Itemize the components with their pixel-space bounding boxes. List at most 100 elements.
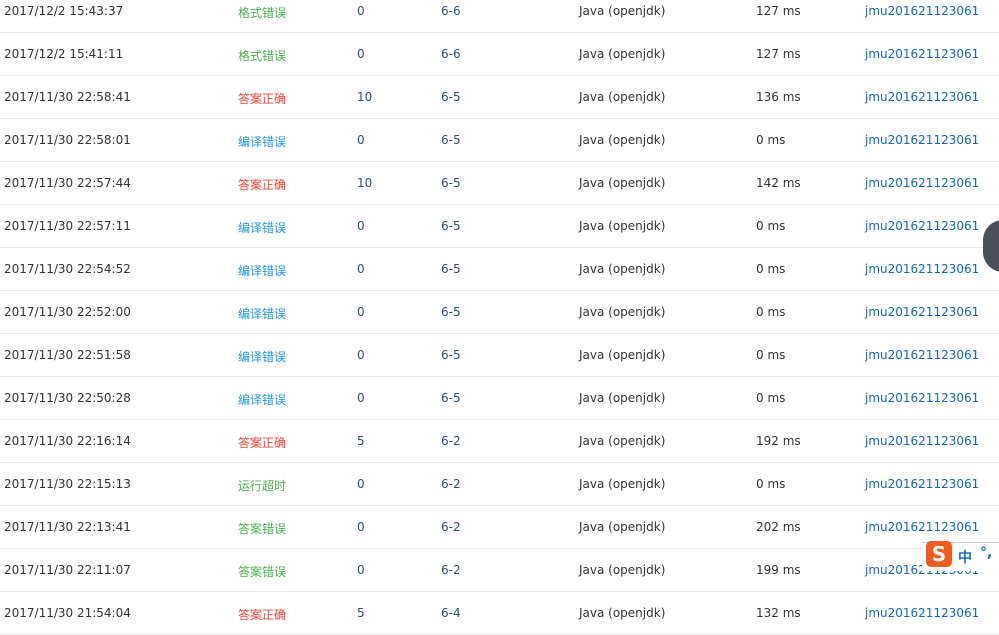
table-row: 2017/11/30 22:57:44 答案正确 10 6-5 Java (openjd… (0, 162, 999, 205)
problem[interactable]: 6-5 (441, 176, 461, 190)
score: 10 (357, 176, 373, 190)
problem[interactable]: 6-6 (441, 4, 461, 18)
submit-time: 2017/11/30 21:54:04 (4, 606, 131, 620)
table-row: 2017/11/30 22:13:41 答案错误 0 6-2 Java (openjdk… (0, 506, 999, 549)
problem[interactable]: 6-2 (441, 434, 461, 448)
compiler: Java (openjdk) (579, 305, 666, 319)
score: 0 (357, 391, 365, 405)
user-link[interactable]: jmu201621123061 (865, 520, 979, 534)
status: 编译错误 (238, 221, 287, 235)
score: 5 (357, 434, 365, 448)
status: 编译错误 (238, 264, 287, 278)
compiler: Java (openjdk) (579, 219, 666, 233)
submit-time: 2017/12/2 15:41:11 (4, 47, 124, 61)
status: 编译错误 (238, 393, 287, 407)
table-row: 2017/11/30 22:16:14 答案正确 5 6-2 Java (openjdk… (0, 420, 999, 463)
compiler: Java (openjdk) (579, 434, 666, 448)
compiler: Java (openjdk) (579, 133, 666, 147)
user-link[interactable]: jmu201621123061 (865, 262, 979, 276)
compiler: Java (openjdk) (579, 477, 666, 491)
submit-time: 2017/11/30 22:11:07 (4, 563, 131, 577)
sogou-logo-icon: S (926, 541, 952, 567)
compiler: Java (openjdk) (579, 90, 666, 104)
ime-toolbar[interactable]: S 中 °, (922, 541, 999, 571)
problem[interactable]: 6-2 (441, 520, 461, 534)
runtime: 0 ms (756, 348, 786, 362)
runtime: 0 ms (756, 305, 786, 319)
score: 0 (357, 47, 365, 61)
submit-time: 2017/11/30 22:16:14 (4, 434, 131, 448)
compiler: Java (openjdk) (579, 348, 666, 362)
user-link[interactable]: jmu201621123061 (865, 305, 979, 319)
score: 0 (357, 520, 365, 534)
score: 0 (357, 563, 365, 577)
user-link[interactable]: jmu201621123061 (865, 348, 979, 362)
submit-time: 2017/11/30 22:52:00 (4, 305, 131, 319)
ime-punctuation-toggle[interactable]: °, (980, 545, 992, 561)
status: 答案正确 (238, 608, 287, 622)
table-row: 2017/11/30 22:50:28 编译错误 0 6-5 Java (openjdk… (0, 377, 999, 420)
status: 编译错误 (238, 307, 287, 321)
submit-time: 2017/11/30 22:15:13 (4, 477, 131, 491)
user-link[interactable]: jmu201621123061 (865, 47, 979, 61)
table-row: 2017/11/30 22:58:01 编译错误 0 6-5 Java (openjdk… (0, 119, 999, 162)
submit-time: 2017/11/30 22:57:11 (4, 219, 131, 233)
score: 10 (357, 90, 373, 104)
problem[interactable]: 6-5 (441, 391, 461, 405)
submit-time: 2017/11/30 22:13:41 (4, 520, 131, 534)
problem[interactable]: 6-5 (441, 305, 461, 319)
compiler: Java (openjdk) (579, 391, 666, 405)
user-link[interactable]: jmu201621123061 (865, 606, 979, 620)
problem[interactable]: 6-4 (441, 606, 461, 620)
problem[interactable]: 6-5 (441, 219, 461, 233)
problem[interactable]: 6-5 (441, 348, 461, 362)
runtime: 0 ms (756, 391, 786, 405)
status: 答案正确 (238, 436, 287, 450)
user-link[interactable]: jmu201621123061 (865, 391, 979, 405)
user-link[interactable]: jmu201621123061 (865, 4, 979, 18)
score: 0 (357, 348, 365, 362)
compiler: Java (openjdk) (579, 4, 666, 18)
runtime: 192 ms (756, 434, 801, 448)
table-row: 2017/11/30 22:54:52 编译错误 0 6-5 Java (openjdk… (0, 248, 999, 291)
user-link[interactable]: jmu201621123061 (865, 434, 979, 448)
status: 编译错误 (238, 135, 287, 149)
user-link[interactable]: jmu201621123061 (865, 477, 979, 491)
problem[interactable]: 6-5 (441, 133, 461, 147)
compiler: Java (openjdk) (579, 606, 666, 620)
table-row: 2017/11/30 22:15:13 运行超时 0 6-2 Java (openjdk… (0, 463, 999, 506)
submit-time: 2017/11/30 22:58:41 (4, 90, 131, 104)
problem[interactable]: 6-5 (441, 90, 461, 104)
ime-mode-toggle[interactable]: 中 (958, 547, 972, 567)
status: 格式错误 (238, 6, 287, 20)
table-row: 2017/11/30 22:58:41 答案正确 10 6-5 Java (openjd… (0, 76, 999, 119)
compiler: Java (openjdk) (579, 176, 666, 190)
compiler: Java (openjdk) (579, 47, 666, 61)
table-row: 2017/11/30 22:11:07 答案错误 0 6-2 Java (openjdk… (0, 549, 999, 592)
user-link[interactable]: jmu201621123061 (865, 133, 979, 147)
submit-time: 2017/11/30 22:58:01 (4, 133, 131, 147)
problem[interactable]: 6-5 (441, 262, 461, 276)
score: 0 (357, 4, 365, 18)
problem[interactable]: 6-2 (441, 477, 461, 491)
user-link[interactable]: jmu201621123061 (865, 219, 979, 233)
user-link[interactable]: jmu201621123061 (865, 90, 979, 104)
table-row: 2017/12/2 15:43:37 格式错误 0 6-6 Java (openjdk)… (0, 0, 999, 33)
table-row: 2017/11/30 21:54:04 答案正确 5 6-4 Java (openjdk… (0, 592, 999, 635)
problem[interactable]: 6-6 (441, 47, 461, 61)
problem[interactable]: 6-2 (441, 563, 461, 577)
user-link[interactable]: jmu201621123061 (865, 176, 979, 190)
submit-time: 2017/12/2 15:43:37 (4, 4, 124, 18)
runtime: 132 ms (756, 606, 801, 620)
compiler: Java (openjdk) (579, 563, 666, 577)
runtime: 199 ms (756, 563, 801, 577)
submit-time: 2017/11/30 22:50:28 (4, 391, 131, 405)
status: 答案正确 (238, 92, 287, 106)
status: 答案正确 (238, 178, 287, 192)
runtime: 142 ms (756, 176, 801, 190)
compiler: Java (openjdk) (579, 262, 666, 276)
table-row: 2017/11/30 22:57:11 编译错误 0 6-5 Java (openjdk… (0, 205, 999, 248)
score: 0 (357, 133, 365, 147)
status: 格式错误 (238, 49, 287, 63)
submit-time: 2017/11/30 22:57:44 (4, 176, 131, 190)
